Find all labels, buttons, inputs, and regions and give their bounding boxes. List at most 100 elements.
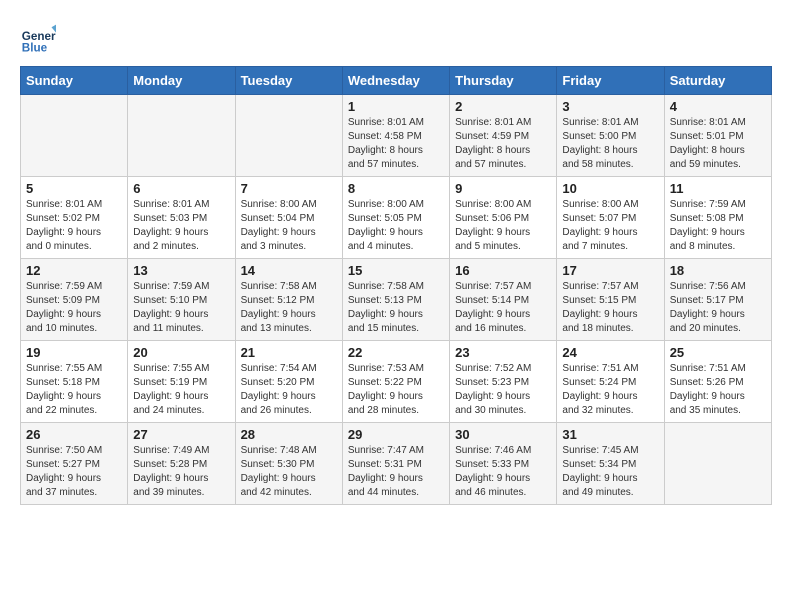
- weekday-header-sunday: Sunday: [21, 67, 128, 95]
- day-info: Sunrise: 7:59 AM Sunset: 5:10 PM Dayligh…: [133, 280, 229, 336]
- day-number: 20: [133, 345, 229, 360]
- day-info: Sunrise: 7:47 AM Sunset: 5:31 PM Dayligh…: [348, 444, 444, 500]
- day-info: Sunrise: 8:01 AM Sunset: 5:00 PM Dayligh…: [562, 116, 658, 172]
- day-number: 5: [26, 181, 122, 196]
- day-number: 3: [562, 99, 658, 114]
- day-info: Sunrise: 7:49 AM Sunset: 5:28 PM Dayligh…: [133, 444, 229, 500]
- calendar-cell: 11 Sunrise: 7:59 AM Sunset: 5:08 PM Dayli…: [664, 177, 771, 259]
- day-info: Sunrise: 7:57 AM Sunset: 5:15 PM Dayligh…: [562, 280, 658, 336]
- calendar-cell: 5 Sunrise: 8:01 AM Sunset: 5:02 PM Daylig…: [21, 177, 128, 259]
- calendar-cell: 14 Sunrise: 7:58 AM Sunset: 5:12 PM Dayli…: [235, 259, 342, 341]
- logo: General Blue: [20, 20, 56, 56]
- day-info: Sunrise: 8:00 AM Sunset: 5:04 PM Dayligh…: [241, 198, 337, 254]
- day-info: Sunrise: 8:00 AM Sunset: 5:07 PM Dayligh…: [562, 198, 658, 254]
- calendar-week-row: 26Sunrise: 7:50 AM Sunset: 5:27 PM Dayli…: [21, 423, 772, 505]
- weekday-header-friday: Friday: [557, 67, 664, 95]
- day-number: 10: [562, 181, 658, 196]
- day-info: Sunrise: 8:00 AM Sunset: 5:06 PM Dayligh…: [455, 198, 551, 254]
- day-number: 4: [670, 99, 766, 114]
- calendar-cell: 27Sunrise: 7:49 AM Sunset: 5:28 PM Dayli…: [128, 423, 235, 505]
- calendar-cell: [128, 95, 235, 177]
- calendar-cell: 24Sunrise: 7:51 AM Sunset: 5:24 PM Dayli…: [557, 341, 664, 423]
- calendar-cell: 8 Sunrise: 8:00 AM Sunset: 5:05 PM Daylig…: [342, 177, 449, 259]
- calendar-cell: 1 Sunrise: 8:01 AM Sunset: 4:58 PM Daylig…: [342, 95, 449, 177]
- day-number: 26: [26, 427, 122, 442]
- day-number: 2: [455, 99, 551, 114]
- day-info: Sunrise: 7:57 AM Sunset: 5:14 PM Dayligh…: [455, 280, 551, 336]
- calendar-cell: [664, 423, 771, 505]
- day-info: Sunrise: 7:52 AM Sunset: 5:23 PM Dayligh…: [455, 362, 551, 418]
- day-number: 6: [133, 181, 229, 196]
- day-info: Sunrise: 7:58 AM Sunset: 5:13 PM Dayligh…: [348, 280, 444, 336]
- day-number: 9: [455, 181, 551, 196]
- day-info: Sunrise: 7:55 AM Sunset: 5:18 PM Dayligh…: [26, 362, 122, 418]
- svg-text:Blue: Blue: [22, 42, 48, 55]
- day-info: Sunrise: 7:48 AM Sunset: 5:30 PM Dayligh…: [241, 444, 337, 500]
- calendar-cell: 30Sunrise: 7:46 AM Sunset: 5:33 PM Dayli…: [450, 423, 557, 505]
- calendar-cell: [235, 95, 342, 177]
- day-info: Sunrise: 8:01 AM Sunset: 5:02 PM Dayligh…: [26, 198, 122, 254]
- calendar-cell: 7 Sunrise: 8:00 AM Sunset: 5:04 PM Daylig…: [235, 177, 342, 259]
- calendar-week-row: 19 Sunrise: 7:55 AM Sunset: 5:18 PM Dayli…: [21, 341, 772, 423]
- logo-icon: General Blue: [20, 20, 56, 56]
- calendar-cell: 19 Sunrise: 7:55 AM Sunset: 5:18 PM Dayli…: [21, 341, 128, 423]
- day-info: Sunrise: 8:01 AM Sunset: 5:01 PM Dayligh…: [670, 116, 766, 172]
- day-number: 8: [348, 181, 444, 196]
- day-number: 1: [348, 99, 444, 114]
- page-header: General Blue: [20, 20, 772, 56]
- calendar-cell: 23 Sunrise: 7:52 AM Sunset: 5:23 PM Dayli…: [450, 341, 557, 423]
- calendar-cell: 29 Sunrise: 7:47 AM Sunset: 5:31 PM Dayli…: [342, 423, 449, 505]
- calendar-cell: 10 Sunrise: 8:00 AM Sunset: 5:07 PM Dayli…: [557, 177, 664, 259]
- weekday-header-row: SundayMondayTuesdayWednesdayThursdayFrid…: [21, 67, 772, 95]
- day-number: 18: [670, 263, 766, 278]
- calendar-cell: 31Sunrise: 7:45 AM Sunset: 5:34 PM Dayli…: [557, 423, 664, 505]
- weekday-header-thursday: Thursday: [450, 67, 557, 95]
- day-number: 21: [241, 345, 337, 360]
- day-info: Sunrise: 7:55 AM Sunset: 5:19 PM Dayligh…: [133, 362, 229, 418]
- calendar-week-row: 1 Sunrise: 8:01 AM Sunset: 4:58 PM Daylig…: [21, 95, 772, 177]
- day-info: Sunrise: 7:51 AM Sunset: 5:26 PM Dayligh…: [670, 362, 766, 418]
- calendar-cell: 3 Sunrise: 8:01 AM Sunset: 5:00 PM Daylig…: [557, 95, 664, 177]
- calendar-week-row: 12 Sunrise: 7:59 AM Sunset: 5:09 PM Dayli…: [21, 259, 772, 341]
- day-number: 15: [348, 263, 444, 278]
- day-number: 31: [562, 427, 658, 442]
- calendar-cell: 20 Sunrise: 7:55 AM Sunset: 5:19 PM Dayli…: [128, 341, 235, 423]
- day-info: Sunrise: 8:01 AM Sunset: 5:03 PM Dayligh…: [133, 198, 229, 254]
- day-info: Sunrise: 7:59 AM Sunset: 5:08 PM Dayligh…: [670, 198, 766, 254]
- calendar-cell: 9 Sunrise: 8:00 AM Sunset: 5:06 PM Daylig…: [450, 177, 557, 259]
- day-info: Sunrise: 8:00 AM Sunset: 5:05 PM Dayligh…: [348, 198, 444, 254]
- calendar-cell: 4 Sunrise: 8:01 AM Sunset: 5:01 PM Daylig…: [664, 95, 771, 177]
- day-number: 17: [562, 263, 658, 278]
- calendar-cell: 17 Sunrise: 7:57 AM Sunset: 5:15 PM Dayli…: [557, 259, 664, 341]
- day-number: 14: [241, 263, 337, 278]
- day-number: 13: [133, 263, 229, 278]
- calendar-cell: 25Sunrise: 7:51 AM Sunset: 5:26 PM Dayli…: [664, 341, 771, 423]
- calendar-cell: 28Sunrise: 7:48 AM Sunset: 5:30 PM Dayli…: [235, 423, 342, 505]
- calendar-cell: 6 Sunrise: 8:01 AM Sunset: 5:03 PM Daylig…: [128, 177, 235, 259]
- day-number: 12: [26, 263, 122, 278]
- calendar-cell: 15 Sunrise: 7:58 AM Sunset: 5:13 PM Dayli…: [342, 259, 449, 341]
- day-number: 7: [241, 181, 337, 196]
- day-number: 16: [455, 263, 551, 278]
- day-number: 30: [455, 427, 551, 442]
- day-number: 11: [670, 181, 766, 196]
- weekday-header-saturday: Saturday: [664, 67, 771, 95]
- day-info: Sunrise: 7:54 AM Sunset: 5:20 PM Dayligh…: [241, 362, 337, 418]
- day-info: Sunrise: 7:51 AM Sunset: 5:24 PM Dayligh…: [562, 362, 658, 418]
- weekday-header-wednesday: Wednesday: [342, 67, 449, 95]
- day-info: Sunrise: 7:58 AM Sunset: 5:12 PM Dayligh…: [241, 280, 337, 336]
- calendar-table: SundayMondayTuesdayWednesdayThursdayFrid…: [20, 66, 772, 505]
- day-number: 23: [455, 345, 551, 360]
- day-info: Sunrise: 7:53 AM Sunset: 5:22 PM Dayligh…: [348, 362, 444, 418]
- calendar-cell: 16 Sunrise: 7:57 AM Sunset: 5:14 PM Dayli…: [450, 259, 557, 341]
- day-number: 29: [348, 427, 444, 442]
- day-number: 19: [26, 345, 122, 360]
- day-info: Sunrise: 8:01 AM Sunset: 4:58 PM Dayligh…: [348, 116, 444, 172]
- calendar-cell: 12 Sunrise: 7:59 AM Sunset: 5:09 PM Dayli…: [21, 259, 128, 341]
- day-info: Sunrise: 8:01 AM Sunset: 4:59 PM Dayligh…: [455, 116, 551, 172]
- day-info: Sunrise: 7:59 AM Sunset: 5:09 PM Dayligh…: [26, 280, 122, 336]
- calendar-cell: 22Sunrise: 7:53 AM Sunset: 5:22 PM Dayli…: [342, 341, 449, 423]
- weekday-header-monday: Monday: [128, 67, 235, 95]
- day-info: Sunrise: 7:56 AM Sunset: 5:17 PM Dayligh…: [670, 280, 766, 336]
- calendar-cell: 13 Sunrise: 7:59 AM Sunset: 5:10 PM Dayli…: [128, 259, 235, 341]
